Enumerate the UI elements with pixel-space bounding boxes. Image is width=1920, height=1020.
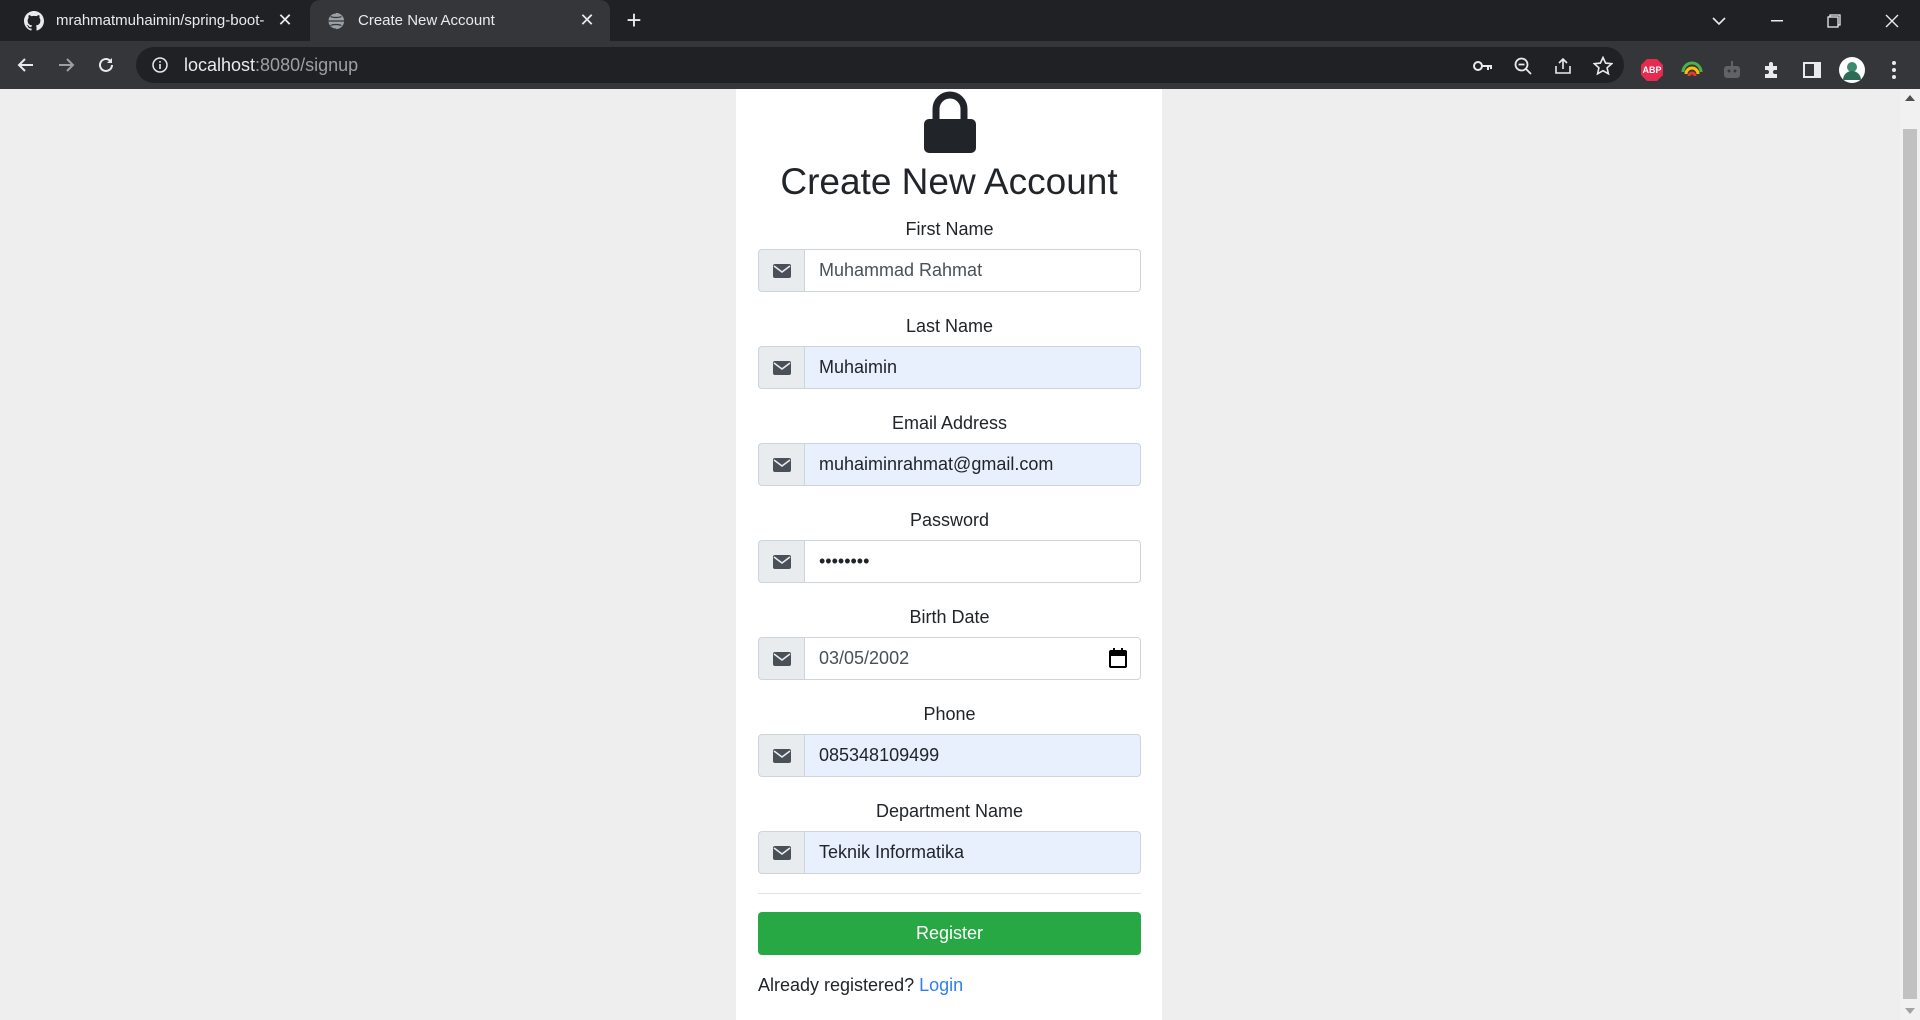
globe-icon xyxy=(326,11,346,31)
address-bar[interactable]: localhost:8080/signup xyxy=(136,47,1624,83)
tab-search-chevron-icon[interactable] xyxy=(1690,0,1747,41)
new-tab-button[interactable]: + xyxy=(620,7,648,35)
page-title: Create New Account xyxy=(780,161,1118,202)
minimize-icon[interactable] xyxy=(1748,0,1805,41)
forward-button[interactable] xyxy=(50,49,82,81)
register-button[interactable]: Register xyxy=(758,912,1141,955)
tab-create-account[interactable]: Create New Account ✕ xyxy=(310,0,610,41)
color-extension-icon[interactable] xyxy=(1678,56,1706,84)
robot-extension-icon[interactable] xyxy=(1718,56,1746,84)
envelope-icon xyxy=(758,831,804,874)
close-icon[interactable]: ✕ xyxy=(576,10,598,32)
first-name-input[interactable] xyxy=(804,249,1141,292)
first-name-label: First Name xyxy=(905,219,994,239)
arrow-right-icon xyxy=(59,58,75,72)
envelope-icon xyxy=(758,734,804,777)
side-panel-icon[interactable] xyxy=(1798,56,1826,84)
reload-icon xyxy=(99,57,113,72)
close-icon[interactable]: ✕ xyxy=(274,10,296,32)
input-group xyxy=(758,637,1141,680)
last-name-group: Last Name xyxy=(758,314,1141,389)
envelope-icon xyxy=(758,346,804,389)
input-group xyxy=(758,540,1141,583)
login-prompt: Already registered? Login xyxy=(758,975,963,996)
password-group: Password xyxy=(758,508,1141,583)
back-button[interactable] xyxy=(10,49,42,81)
input-group xyxy=(758,831,1141,874)
password-label: Password xyxy=(909,510,990,530)
reload-button[interactable] xyxy=(90,49,122,81)
input-group xyxy=(758,249,1141,292)
department-label: Department Name xyxy=(875,801,1024,821)
login-link[interactable]: Login xyxy=(919,975,963,995)
last-name-label: Last Name xyxy=(905,316,994,336)
email-input[interactable] xyxy=(804,443,1141,486)
zoom-out-icon[interactable] xyxy=(1512,55,1534,77)
adblock-label: ABP xyxy=(1642,65,1662,75)
phone-group: Phone xyxy=(758,702,1141,777)
input-group xyxy=(758,346,1141,389)
more-vert-icon[interactable] xyxy=(1880,56,1908,84)
info-icon[interactable] xyxy=(150,55,170,75)
envelope-icon xyxy=(758,443,804,486)
lock-icon xyxy=(924,91,976,153)
divider xyxy=(758,893,1141,894)
input-group xyxy=(758,734,1141,777)
tab-github[interactable]: mrahmatmuhaimin/spring-boot- ✕ xyxy=(8,0,308,41)
already-registered-text: Already registered? xyxy=(758,975,915,995)
phone-input[interactable] xyxy=(804,734,1141,777)
puzzle-icon[interactable] xyxy=(1758,56,1786,84)
scroll-down-arrow-icon[interactable] xyxy=(1900,1002,1920,1020)
department-input[interactable] xyxy=(804,831,1141,874)
password-input[interactable] xyxy=(804,540,1141,583)
signup-card: Create New Account First Name Last Name xyxy=(736,89,1162,1020)
url-host: localhost xyxy=(184,54,256,75)
envelope-icon xyxy=(758,637,804,680)
first-name-group: First Name xyxy=(758,217,1141,292)
calendar-icon[interactable] xyxy=(1109,648,1127,668)
url-text: localhost:8080/signup xyxy=(184,55,358,76)
page-viewport: Create New Account First Name Last Name xyxy=(0,89,1900,1020)
envelope-icon xyxy=(758,249,804,292)
input-group xyxy=(758,443,1141,486)
phone-label: Phone xyxy=(923,704,976,724)
url-path: :8080/signup xyxy=(255,54,359,75)
browser-toolbar: localhost:8080/signup xyxy=(0,41,1920,89)
tab-title: mrahmatmuhaimin/spring-boot- xyxy=(56,12,265,29)
share-icon[interactable] xyxy=(1552,55,1574,77)
email-group: Email Address xyxy=(758,411,1141,486)
window-close-icon[interactable] xyxy=(1863,0,1920,41)
adblock-plus-icon[interactable]: ABP xyxy=(1638,56,1666,84)
scrollbar[interactable] xyxy=(1900,89,1920,1020)
department-group: Department Name xyxy=(758,799,1141,874)
scroll-up-arrow-icon[interactable] xyxy=(1900,89,1920,107)
date-wrapper xyxy=(804,637,1141,680)
arrow-left-icon xyxy=(17,58,33,72)
envelope-icon xyxy=(758,540,804,583)
tab-title: Create New Account xyxy=(358,12,495,29)
profile-avatar[interactable] xyxy=(1838,56,1866,84)
github-icon xyxy=(24,10,44,31)
birth-date-label: Birth Date xyxy=(909,607,990,627)
key-icon[interactable] xyxy=(1472,55,1494,77)
last-name-input[interactable] xyxy=(804,346,1141,389)
browser-tab-bar: mrahmatmuhaimin/spring-boot- ✕ Create Ne… xyxy=(0,0,1920,41)
scrollbar-thumb[interactable] xyxy=(1903,129,1917,999)
email-label: Email Address xyxy=(891,413,1008,433)
star-icon[interactable] xyxy=(1592,55,1614,77)
birth-date-input[interactable] xyxy=(804,637,1141,680)
birth-date-group: Birth Date xyxy=(758,605,1141,680)
restore-icon[interactable] xyxy=(1805,0,1862,41)
